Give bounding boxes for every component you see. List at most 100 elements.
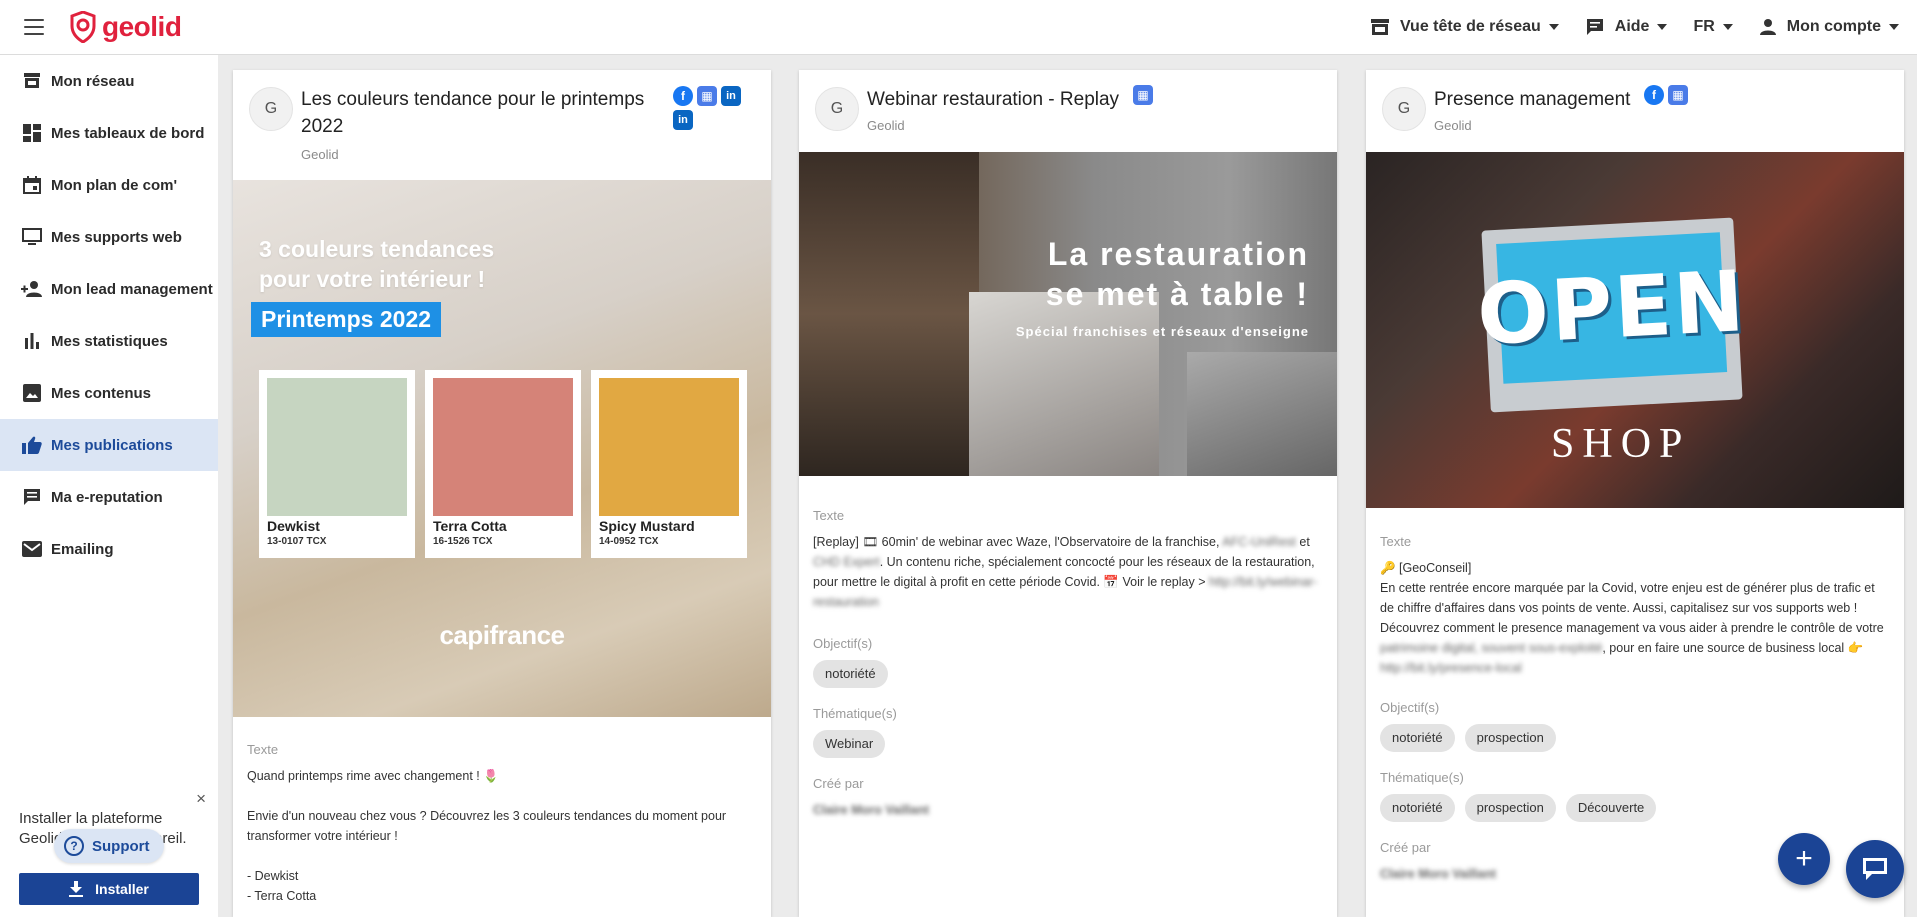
install-prompt: × Installer la plateforme Geolid sur vot… [0,767,218,917]
card-title: Presence management [1434,89,1631,110]
chip: Webinar [813,730,886,758]
shop-text: SHOP [1551,421,1691,467]
card-body: Texte Quand printemps rime avec changeme… [247,740,757,917]
support-label: Support [92,837,150,855]
text-label: Texte [247,742,279,757]
close-icon[interactable]: × [196,789,206,809]
sidebar-item-label: Mon réseau [51,72,135,90]
color-swatch: Dewkist 13-0107 TCX [259,370,415,558]
post-image[interactable]: La restauration se met à table ! Spécial… [799,152,1337,476]
chevron-down-icon [1548,24,1559,30]
created-by-label: Créé par [813,776,864,791]
post-image[interactable]: OPEN SHOP [1366,152,1904,508]
sidebar-item-label: Mes publications [51,436,173,454]
social-networks: f ▦ [1644,85,1688,105]
sidebar-item-mon-reseau[interactable]: Mon réseau [0,55,218,107]
sidebar-item-label: Mes contenus [51,384,152,402]
swatch-code: 13-0107 TCX [267,536,327,547]
linkedin-icon: in [721,86,741,106]
image-badge: Printemps 2022 [251,302,442,337]
swatch-color [267,378,407,516]
avatar: G [1382,87,1426,131]
google-my-business-icon: ▦ [1668,85,1688,105]
image-title-line2: pour votre intérieur ! [259,266,486,292]
image-headline-line1: La restauration [1047,236,1309,272]
download-icon [69,881,84,897]
color-swatch: Terra Cotta 16-1526 TCX [425,370,581,558]
card-author: Geolid [1434,118,1472,133]
logo-text: geolid [102,11,182,42]
card-author: Geolid [301,147,339,162]
facebook-icon: f [673,86,693,106]
monitor-icon [20,228,44,246]
sidebar-item-publications[interactable]: Mes publications [0,419,218,471]
objectives-chips: notoriété [813,660,1323,688]
post-text-part: et [1295,535,1310,549]
objectives-label: Objectif(s) [813,636,873,651]
text-label: Texte [1380,534,1412,549]
created-by-value: Claire Moro Vaillant [813,803,930,817]
sidebar: Mon réseau Mes tableaux de bord Mon plan… [0,55,218,917]
help-chat-icon [1585,17,1605,37]
sidebar-item-label: Mes tableaux de bord [51,124,205,142]
sidebar-item-supports-web[interactable]: Mes supports web [0,211,218,263]
image-headline-line2: se met à table ! [1045,276,1309,312]
account-label: Mon compte [1786,18,1881,35]
themes-chips: Webinar [813,730,1323,758]
social-networks: f ▦ in in [673,86,745,130]
sidebar-item-label: Mes supports web [51,228,182,246]
avatar: G [249,87,293,131]
swatch-name: Dewkist [267,518,320,534]
swatch-name: Terra Cotta [433,518,507,534]
post-image[interactable]: 3 couleurs tendances pour votre intérieu… [233,180,771,717]
sidebar-item-emailing[interactable]: Emailing [0,523,218,575]
add-button[interactable]: + [1778,833,1830,885]
chip: notoriété [1380,794,1455,822]
chip: prospection [1464,794,1556,822]
help-label: Aide [1614,18,1650,35]
sidebar-item-tableaux-de-bord[interactable]: Mes tableaux de bord [0,107,218,159]
install-button[interactable]: Installer [19,873,199,905]
blurred-link[interactable]: http://bit.ly/presence-local [1380,661,1522,675]
publication-card[interactable]: G Webinar restauration - Replay Geolid ▦… [799,70,1337,917]
publication-card[interactable]: G Presence management Geolid f ▦ OPEN SH… [1366,70,1904,917]
card-title: Les couleurs tendance pour le printemps … [301,89,645,137]
chat-icon [1863,858,1887,880]
chat-button[interactable] [1846,840,1904,898]
support-button[interactable]: ? Support [54,829,164,863]
card-title: Webinar restauration - Replay [867,89,1120,110]
sidebar-item-plan-de-com[interactable]: Mon plan de com' [0,159,218,211]
mail-icon [20,541,44,557]
publication-card[interactable]: G Les couleurs tendance pour le printemp… [233,70,771,917]
bar-chart-icon [20,333,44,349]
chip: notoriété [813,660,888,688]
account-dropdown[interactable]: Mon compte [1759,18,1899,36]
blurred-text: patrimoine digital, souvent sous-exploit… [1380,641,1603,655]
sidebar-item-statistiques[interactable]: Mes statistiques [0,315,218,367]
sidebar-item-e-reputation[interactable]: Ma e-reputation [0,471,218,523]
sidebar-item-label: Mon lead management [51,280,213,298]
help-dropdown[interactable]: Aide [1585,17,1668,37]
image-title-line1: 3 couleurs tendances [259,236,495,262]
sidebar-item-label: Emailing [51,540,114,558]
avatar: G [815,87,859,131]
post-text-part: En cette rentrée encore marquée par la C… [1380,581,1884,635]
person-icon [1759,18,1777,36]
post-text-part: , pour en faire une source de business l… [1602,641,1864,655]
card-body: Texte [Replay] 🎞 60min' de webinar avec … [813,506,1323,834]
calendar-icon [20,176,44,194]
language-dropdown[interactable]: FR [1693,18,1733,36]
sidebar-item-lead-management[interactable]: Mon lead management [0,263,218,315]
menu-icon[interactable] [24,19,44,35]
sidebar-item-contenus[interactable]: Mes contenus [0,367,218,419]
top-bar: geolid Vue tête de réseau Aide FR Mon co… [0,0,1917,55]
swatch-color [433,378,573,516]
themes-label: Thématique(s) [1380,770,1464,785]
network-view-dropdown[interactable]: Vue tête de réseau [1370,18,1559,36]
chip: prospection [1464,724,1556,752]
logo[interactable]: geolid [70,11,182,43]
facebook-icon: f [1644,85,1664,105]
sidebar-item-label: Ma e-reputation [51,488,163,506]
store-icon [20,73,44,89]
swatch-name: Spicy Mustard [599,518,695,534]
